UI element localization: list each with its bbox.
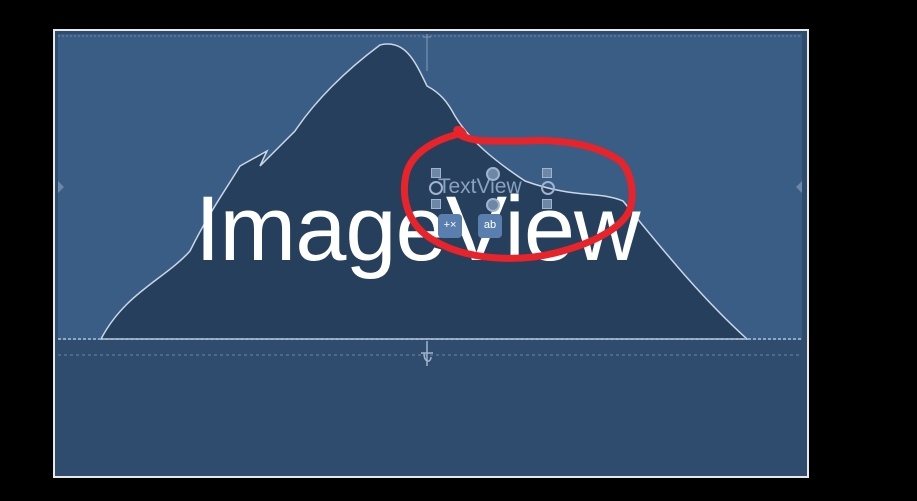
red-annotation-circle [401,125,636,262]
annotation-layer [401,125,636,262]
storyboard-canvas: ImageView TextView +× ab [53,29,809,478]
